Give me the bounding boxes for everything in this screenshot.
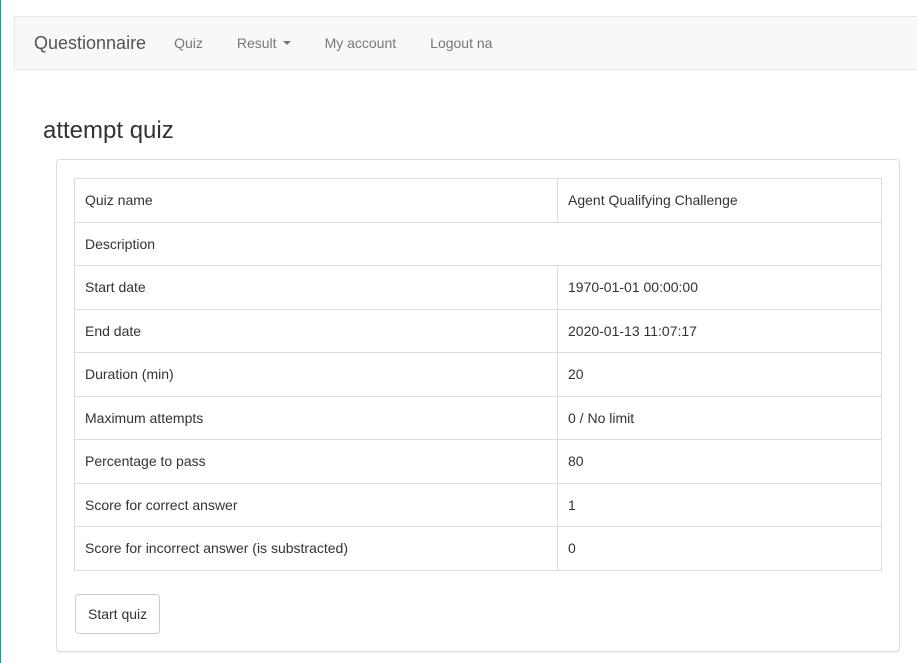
pass-percentage-value: 80 — [557, 439, 882, 484]
description-label: Description — [74, 221, 882, 266]
page-title: attempt quiz — [43, 117, 174, 144]
brand-link[interactable]: Questionnaire — [34, 33, 146, 54]
duration-label: Duration (min) — [74, 352, 558, 397]
table-row: Maximum attempts 0 / No limit — [74, 395, 882, 440]
duration-value: 20 — [557, 352, 882, 397]
table-row: Duration (min) 20 — [74, 352, 882, 397]
page: Questionnaire Quiz Result My account Log… — [0, 0, 917, 663]
quiz-name-label: Quiz name — [74, 178, 558, 223]
quiz-name-value: Agent Qualifying Challenge — [557, 178, 882, 223]
table-row: End date 2020-01-13 11:07:17 — [74, 308, 882, 353]
table-row: Quiz name Agent Qualifying Challenge — [74, 178, 882, 223]
table-row: Description — [74, 221, 882, 266]
incorrect-score-value: 0 — [557, 526, 882, 571]
correct-score-label: Score for correct answer — [74, 482, 558, 527]
table-row: Start date 1970-01-01 00:00:00 — [74, 265, 882, 310]
start-date-label: Start date — [74, 265, 558, 310]
table-row: Score for correct answer 1 — [74, 482, 882, 527]
nav-item-my-account[interactable]: My account — [325, 35, 397, 51]
correct-score-value: 1 — [557, 482, 882, 527]
start-quiz-button[interactable]: Start quiz — [75, 594, 161, 634]
quiz-info-table: Quiz name Agent Qualifying Challenge Des… — [74, 178, 882, 571]
caret-down-icon — [282, 41, 291, 45]
nav-item-my-account-label: My account — [324, 35, 397, 51]
end-date-value: 2020-01-13 11:07:17 — [557, 308, 882, 353]
max-attempts-label: Maximum attempts — [74, 395, 558, 440]
nav-item-quiz-label: Quiz — [174, 35, 203, 51]
nav-item-logout[interactable]: Logout na — [430, 35, 492, 51]
quiz-info-panel: Quiz name Agent Qualifying Challenge Des… — [56, 159, 900, 652]
start-date-value: 1970-01-01 00:00:00 — [557, 265, 882, 310]
nav-item-result-label: Result — [236, 35, 277, 51]
nav-item-result-dropdown[interactable]: Result — [237, 35, 291, 51]
pass-percentage-label: Percentage to pass — [74, 439, 558, 484]
table-row: Percentage to pass 80 — [74, 439, 882, 484]
nav-item-logout-label: Logout na — [430, 35, 493, 51]
incorrect-score-label: Score for incorrect answer (is substract… — [74, 526, 558, 571]
top-navbar: Questionnaire Quiz Result My account Log… — [14, 16, 917, 70]
nav-item-quiz[interactable]: Quiz — [174, 35, 203, 51]
end-date-label: End date — [74, 308, 558, 353]
table-row: Score for incorrect answer (is substract… — [74, 526, 882, 571]
max-attempts-value: 0 / No limit — [557, 395, 882, 440]
